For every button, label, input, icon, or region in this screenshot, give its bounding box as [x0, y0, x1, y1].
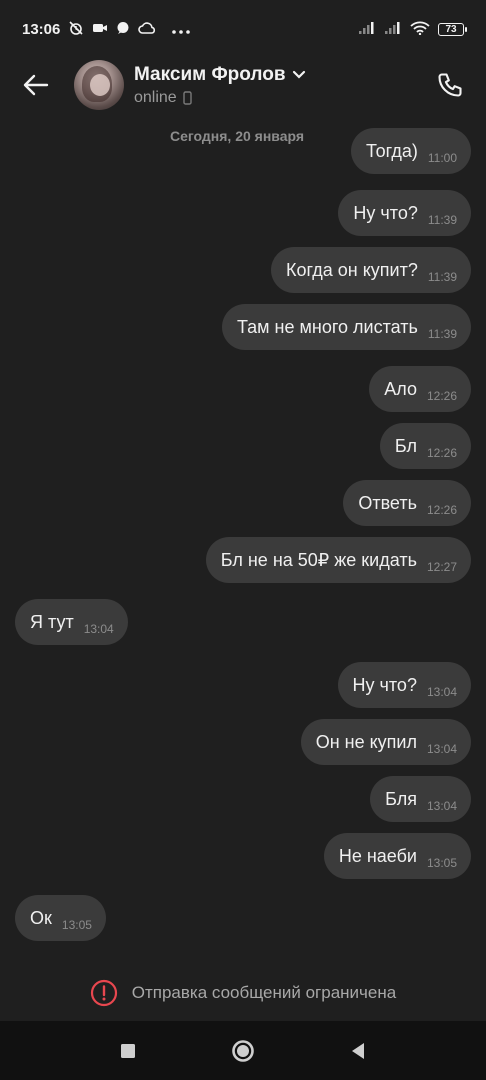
message-text: Бл не на 50₽ же кидать — [220, 549, 417, 570]
message-time: 12:27 — [426, 560, 457, 574]
restricted-text: Отправка сообщений ограничена — [131, 983, 397, 1002]
contact-name-row: Максим Фролов — [134, 64, 432, 86]
battery-level: 73 — [445, 23, 457, 35]
incoming-message[interactable]: Я тут 13:04 — [15, 599, 128, 645]
video-icon — [92, 22, 108, 36]
message-time: 13:04 — [426, 799, 457, 813]
square-icon — [120, 1043, 135, 1058]
message-text: Бл — [394, 435, 417, 456]
arrow-left-icon — [23, 74, 49, 96]
outgoing-message[interactable]: Там не много листать 11:39 — [221, 304, 471, 350]
alarm-off-icon — [68, 20, 84, 38]
outgoing-message[interactable]: Он не купил 13:04 — [300, 719, 471, 765]
status-bar: 13:06 73 — [0, 0, 486, 58]
message-time: 11:39 — [427, 213, 457, 227]
signal-icon — [384, 21, 402, 37]
triangle-back-icon — [352, 1042, 365, 1059]
home-button[interactable] — [223, 1031, 263, 1071]
message-text: Ну что? — [352, 674, 417, 695]
message-time: 11:39 — [427, 327, 457, 341]
chevron-down-icon — [292, 70, 305, 79]
recents-button[interactable] — [108, 1031, 148, 1071]
message-time: 12:26 — [426, 503, 457, 517]
outgoing-message[interactable]: Ало 12:26 — [369, 366, 471, 412]
contact-status-row: online — [134, 89, 432, 107]
status-time: 13:06 — [22, 20, 61, 38]
outgoing-message[interactable]: Не наеби 13:05 — [323, 833, 471, 879]
outgoing-message[interactable]: Бл 12:26 — [379, 423, 471, 469]
battery-icon: 73 — [438, 22, 467, 36]
phone-icon — [438, 73, 462, 97]
message-time: 13:04 — [83, 622, 114, 636]
outgoing-message[interactable]: Бл не на 50₽ же кидать 12:27 — [205, 537, 471, 583]
message-time: 11:39 — [427, 270, 457, 284]
contact-status: online — [134, 88, 177, 106]
message-time: 11:00 — [427, 151, 457, 165]
message-time: 12:26 — [426, 389, 457, 403]
message-text: Бля — [385, 788, 417, 809]
avatar[interactable] — [74, 60, 124, 110]
back-button[interactable] — [18, 67, 54, 103]
message-text: Я тут — [30, 611, 74, 632]
signal-icon — [358, 21, 376, 37]
message-time: 12:26 — [426, 446, 457, 460]
message-text: Ну что? — [353, 202, 418, 223]
more-icon — [172, 23, 191, 36]
outgoing-message[interactable]: Бля 13:04 — [370, 776, 471, 822]
navigation-bar — [0, 1021, 486, 1080]
circle-icon — [232, 1039, 254, 1062]
message-text: Он не купил — [315, 731, 417, 752]
date-separator: Сегодня, 20 января — [170, 128, 305, 144]
message-text: Тогда) — [365, 140, 418, 161]
back-nav-button[interactable] — [338, 1031, 378, 1071]
message-text: Там не много листать — [236, 316, 418, 337]
outgoing-message[interactable]: Тогда) 11:00 — [350, 128, 471, 174]
mobile-icon — [183, 90, 192, 105]
message-time: 13:05 — [61, 918, 92, 932]
alert-circle-icon — [90, 979, 117, 1007]
incoming-message[interactable]: Ок 13:05 — [15, 895, 106, 941]
wifi-icon — [410, 21, 430, 37]
status-bar-right: 73 — [358, 21, 467, 37]
status-bar-left: 13:06 — [22, 20, 191, 38]
cloud-icon — [138, 22, 156, 36]
chat-icon — [116, 21, 130, 37]
outgoing-message[interactable]: Ответь 12:26 — [343, 480, 471, 526]
message-time: 13:04 — [426, 742, 457, 756]
message-time: 13:05 — [426, 856, 457, 870]
outgoing-message[interactable]: Ну что? 13:04 — [337, 662, 471, 708]
message-text: Ало — [384, 378, 417, 399]
outgoing-message[interactable]: Ну что? 11:39 — [338, 190, 471, 236]
chat-header: Максим Фролов online — [0, 58, 486, 112]
contact-name: Максим Фролов — [134, 63, 286, 85]
message-text: Ответь — [358, 492, 417, 513]
contact-info[interactable]: Максим Фролов online — [134, 64, 432, 107]
message-text: Когда он купит? — [286, 259, 418, 280]
messaging-restricted-notice: Отправка сообщений ограничена — [0, 968, 486, 1018]
call-button[interactable] — [432, 67, 468, 103]
outgoing-message[interactable]: Когда он купит? 11:39 — [271, 247, 471, 293]
message-text: Не наеби — [338, 845, 417, 866]
message-time: 13:04 — [426, 685, 457, 699]
message-text: Ок — [30, 907, 52, 928]
